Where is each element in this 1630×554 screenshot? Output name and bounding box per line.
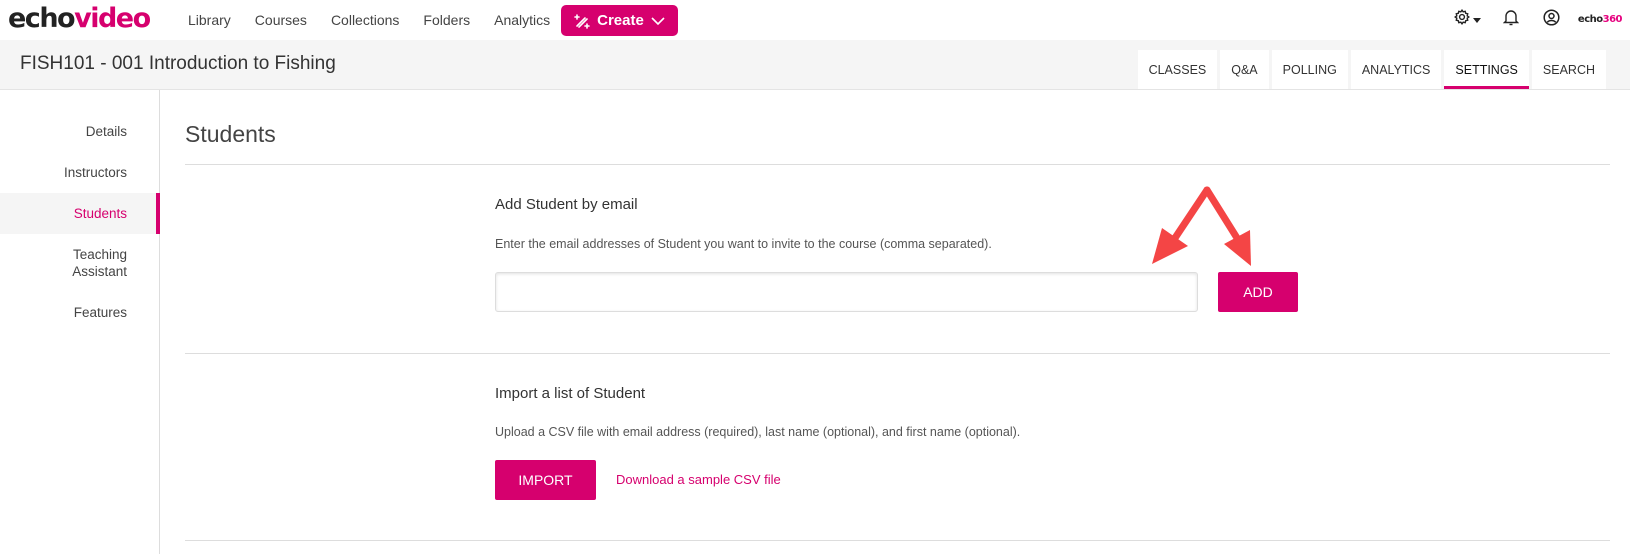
user-menu[interactable]: [1543, 8, 1560, 31]
import-student-description: Upload a CSV file with email address (re…: [495, 425, 1021, 439]
nav-collections[interactable]: Collections: [331, 12, 399, 28]
settings-menu[interactable]: [1453, 9, 1481, 30]
tab-qa[interactable]: Q&A: [1220, 50, 1269, 89]
divider: [185, 540, 1610, 541]
course-tabs: CLASSES Q&A POLLING ANALYTICS SETTINGS S…: [1135, 50, 1606, 89]
magic-wand-icon: [574, 13, 590, 29]
tab-analytics[interactable]: ANALYTICS: [1350, 50, 1442, 89]
active-item-indicator: [156, 193, 160, 234]
header-utilities: echo360: [1453, 0, 1630, 39]
add-student-description: Enter the email addresses of Student you…: [495, 237, 992, 251]
annotation-arrows: [1152, 186, 1251, 266]
tab-classes[interactable]: CLASSES: [1137, 50, 1218, 89]
create-button[interactable]: Create: [561, 5, 678, 36]
sidebar-item-details[interactable]: Details: [86, 123, 127, 140]
nav-library[interactable]: Library: [188, 12, 231, 28]
nav-courses[interactable]: Courses: [255, 12, 307, 28]
divider: [185, 164, 1610, 165]
import-student-heading: Import a list of Student: [495, 385, 646, 402]
tab-polling[interactable]: POLLING: [1271, 50, 1348, 89]
import-button[interactable]: IMPORT: [495, 460, 596, 500]
caret-down-icon: [1472, 11, 1481, 29]
logo-echo-text: echo: [8, 3, 76, 34]
course-title: FISH101 - 001 Introduction to Fishing: [20, 53, 336, 74]
logo-video-text: video: [74, 3, 151, 34]
top-navigation: echovideo Library Courses Collections Fo…: [0, 0, 1630, 39]
nav-analytics[interactable]: Analytics: [494, 12, 550, 28]
arrow-to-add-icon: [1203, 186, 1251, 266]
add-student-heading: Add Student by email: [495, 196, 638, 213]
main-nav-links: Library Courses Collections Folders Anal…: [188, 0, 574, 39]
tab-search[interactable]: SEARCH: [1531, 50, 1606, 89]
sidebar-item-teaching-assistant[interactable]: Teaching Assistant: [47, 246, 127, 280]
create-label: Create: [597, 12, 644, 29]
notifications-button[interactable]: [1502, 9, 1520, 31]
divider: [185, 353, 1610, 354]
settings-icon: [1453, 9, 1470, 30]
echovideo-logo[interactable]: echovideo: [8, 2, 151, 36]
tab-settings[interactable]: SETTINGS: [1444, 50, 1529, 89]
user-icon: [1543, 8, 1560, 31]
nav-folders[interactable]: Folders: [423, 12, 470, 28]
student-email-input[interactable]: [495, 272, 1198, 312]
course-header: FISH101 - 001 Introduction to Fishing CL…: [0, 40, 1630, 90]
sidebar-item-instructors[interactable]: Instructors: [64, 164, 127, 181]
bell-icon: [1502, 9, 1520, 31]
page-title: Students: [185, 121, 276, 147]
echo360-logo: echo360: [1577, 14, 1623, 25]
settings-sidebar: Details Instructors Students Teaching As…: [0, 90, 160, 554]
arrow-to-input-icon: [1152, 186, 1211, 264]
echo360-num: 360: [1602, 14, 1623, 25]
sidebar-item-features[interactable]: Features: [74, 304, 127, 321]
download-sample-csv-link[interactable]: Download a sample CSV file: [616, 472, 781, 487]
sidebar-item-students[interactable]: Students: [74, 205, 127, 222]
chevron-down-icon: [651, 16, 665, 26]
echo360-echo: echo: [1577, 14, 1603, 25]
